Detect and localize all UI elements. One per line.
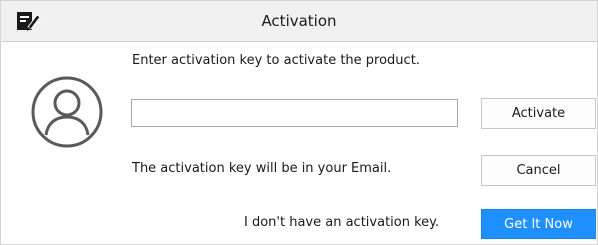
activation-dialog: Activation Enter activation key to activ… bbox=[0, 0, 598, 245]
activation-info-text: The activation key will be in your Email… bbox=[132, 161, 392, 176]
user-avatar-icon bbox=[29, 74, 105, 150]
title-bar: Activation bbox=[1, 1, 597, 42]
get-it-now-button[interactable]: Get It Now bbox=[481, 209, 596, 239]
no-key-text: I don't have an activation key. bbox=[244, 215, 440, 230]
window-title: Activation bbox=[261, 12, 337, 30]
activation-prompt: Enter activation key to activate the pro… bbox=[132, 53, 420, 68]
activate-button[interactable]: Activate bbox=[481, 98, 596, 129]
cancel-button[interactable]: Cancel bbox=[481, 155, 596, 186]
activation-key-input[interactable] bbox=[131, 99, 458, 127]
